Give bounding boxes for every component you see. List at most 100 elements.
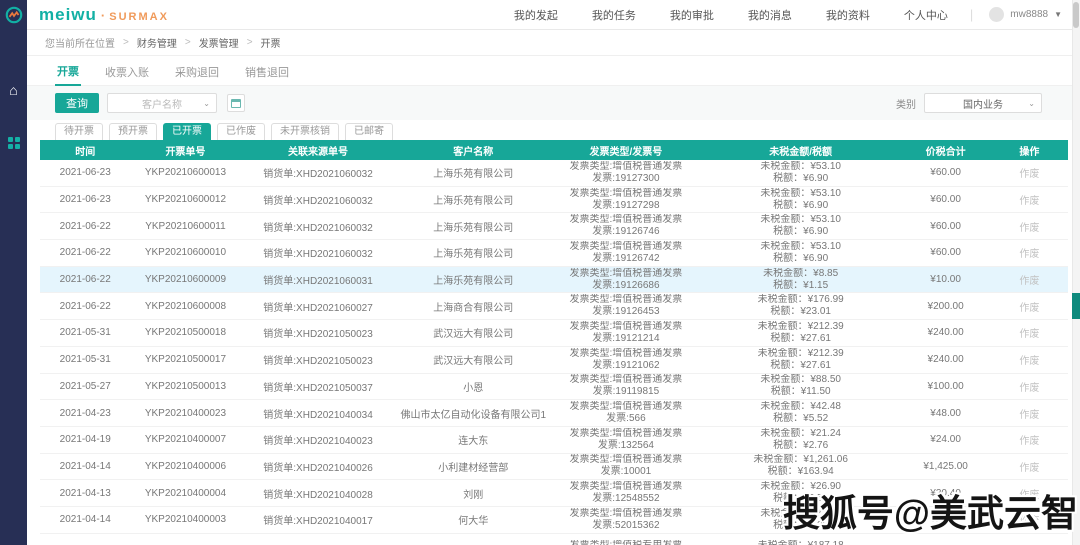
tax-amount-line: 税额：¥23.01 <box>701 306 900 318</box>
cell-total: ¥60.00 <box>900 221 990 232</box>
top-menu-item-0[interactable]: 我的发起 <box>514 7 558 23</box>
user-zone[interactable]: | mw8888 ▼ <box>970 7 1062 22</box>
void-action-link[interactable]: 作废 <box>1019 249 1039 260</box>
subtab-2[interactable]: 已开票 <box>163 123 211 140</box>
untaxed-amount-line: 未税金额：¥53.10 <box>701 214 900 226</box>
cell-order-no: YKP20210600010 <box>130 247 240 258</box>
void-action-link[interactable]: 作废 <box>1019 223 1039 234</box>
brand-wordmark: meiwu · SURMAX <box>39 5 169 25</box>
cell-invoice-type: 发票类型:增值税普通发票发票:52015362 <box>551 508 701 532</box>
table-row[interactable]: 2021-06-22YKP20210600010销货单:XHD202106003… <box>40 240 1068 267</box>
cell-action: 作废 <box>991 325 1068 340</box>
top-menu-item-3[interactable]: 我的消息 <box>748 7 792 23</box>
cell-order-no: YKP20210400007 <box>130 434 240 445</box>
void-action-link[interactable]: 作废 <box>1019 303 1039 314</box>
breadcrumb-item-issue[interactable]: 开票 <box>261 35 281 50</box>
void-action-link[interactable]: 作废 <box>1019 410 1039 421</box>
tab-3[interactable]: 销售退回 <box>243 58 291 85</box>
avatar[interactable] <box>989 7 1004 22</box>
customer-name-select[interactable]: 客户名称 ⌄ <box>107 93 217 113</box>
void-action-link[interactable]: 作废 <box>1019 196 1039 207</box>
cell-amounts: 未税金额：¥212.39税额：¥27.61 <box>701 348 900 372</box>
scrollbar-thumb[interactable] <box>1073 2 1079 28</box>
cell-source-no: 销货单:XHD2021050037 <box>240 379 395 394</box>
sidebar-apps-icon[interactable] <box>0 128 27 158</box>
void-action-link[interactable]: 作废 <box>1019 463 1039 474</box>
date-picker-button[interactable] <box>227 94 245 112</box>
cell-order-no: YKP20210500013 <box>130 381 240 392</box>
void-action-link[interactable]: 作废 <box>1019 383 1039 394</box>
table-row[interactable]: 2021-05-31YKP20210500018销货单:XHD202105002… <box>40 320 1068 347</box>
query-button[interactable]: 查询 <box>55 93 99 113</box>
top-menu-item-4[interactable]: 我的资料 <box>826 7 870 23</box>
table-row[interactable]: 2021-05-27YKP20210500013销货单:XHD202105003… <box>40 374 1068 401</box>
cell-total: ¥200.00 <box>900 301 990 312</box>
subtab-5[interactable]: 已邮寄 <box>345 123 393 140</box>
cell-customer: 上海乐苑有限公司 <box>396 272 551 287</box>
brand-logo-icon[interactable] <box>0 0 27 30</box>
invoice-type-line: 发票类型:增值税专用发票 <box>551 540 701 545</box>
invoice-type-line: 发票类型:增值税普通发票 <box>551 401 701 413</box>
invoice-type-line: 发票类型:增值税普通发票 <box>551 188 701 200</box>
top-menu-item-1[interactable]: 我的任务 <box>592 7 636 23</box>
tab-0[interactable]: 开票 <box>55 57 81 86</box>
subtab-1[interactable]: 预开票 <box>109 123 157 140</box>
void-action-link[interactable]: 作废 <box>1019 276 1039 287</box>
scrollbar-track[interactable] <box>1072 0 1080 545</box>
untaxed-amount-line: 未税金额：¥212.39 <box>701 321 900 333</box>
sidebar-home-icon[interactable]: ⌂ <box>0 75 27 105</box>
cell-order-no: YKP20210600011 <box>130 221 240 232</box>
cell-source-no: 销货单:XHD2021060027 <box>240 299 395 314</box>
tab-2[interactable]: 采购退回 <box>173 58 221 85</box>
table-row[interactable]: 2021-06-23YKP20210600012销货单:XHD202106003… <box>40 187 1068 214</box>
top-menu-item-5[interactable]: 个人中心 <box>904 7 948 23</box>
cell-source-no: 销货单:XHD2021040023 <box>240 432 395 447</box>
subtab-3[interactable]: 已作废 <box>217 123 265 140</box>
cell-total: ¥240.00 <box>900 354 990 365</box>
void-action-link[interactable]: 作废 <box>1019 169 1039 180</box>
cell-total: ¥240.00 <box>900 327 990 338</box>
invoice-type-line: 发票类型:增值税普通发票 <box>551 161 701 173</box>
cell-customer: 上海乐苑有限公司 <box>396 165 551 180</box>
invoice-type-line: 发票类型:增值税普通发票 <box>551 268 701 280</box>
table-row[interactable]: 2021-06-23YKP20210600013销货单:XHD202106003… <box>40 160 1068 187</box>
void-action-link[interactable]: 作废 <box>1019 356 1039 367</box>
cell-invoice-type: 发票类型:增值税普通发票发票:10001 <box>551 454 701 478</box>
cell-invoice-type: 发票类型:增值税专用发票 <box>551 540 701 545</box>
cell-amounts: 未税金额：¥53.10税额：¥6.90 <box>701 161 900 185</box>
user-dropdown-caret-icon[interactable]: ▼ <box>1054 10 1062 19</box>
calendar-icon <box>231 99 241 108</box>
table-row[interactable]: 2021-04-19YKP20210400007销货单:XHD202104002… <box>40 427 1068 454</box>
table-row[interactable]: 2021-05-31YKP20210500017销货单:XHD202105002… <box>40 347 1068 374</box>
table-row[interactable]: 2021-04-14YKP20210400006销货单:XHD202104002… <box>40 454 1068 481</box>
cell-invoice-type: 发票类型:增值税普通发票发票:132564 <box>551 428 701 452</box>
tax-amount-line: 税额：¥6.90 <box>701 253 900 265</box>
table-row[interactable]: 2021-06-22YKP20210600008销货单:XHD202106002… <box>40 293 1068 320</box>
subtab-0[interactable]: 待开票 <box>55 123 103 140</box>
side-widget[interactable] <box>1072 293 1080 319</box>
top-menu-item-2[interactable]: 我的审批 <box>670 7 714 23</box>
breadcrumb-item-finance[interactable]: 财务管理 <box>137 35 177 50</box>
table-row[interactable]: 2021-06-22YKP20210600009销货单:XHD202106003… <box>40 267 1068 294</box>
cell-total: ¥24.00 <box>900 434 990 445</box>
category-select[interactable]: 国内业务 ⌄ <box>924 93 1042 113</box>
subtab-4[interactable]: 未开票核销 <box>271 123 339 140</box>
cell-action: 作废 <box>991 219 1068 234</box>
void-action-link[interactable]: 作废 <box>1019 329 1039 340</box>
cell-customer: 上海乐苑有限公司 <box>396 192 551 207</box>
invoice-no-line: 发票:19126453 <box>551 306 701 318</box>
cell-action: 作废 <box>991 406 1068 421</box>
cell-source-no: 销货单:XHD2021060032 <box>240 219 395 234</box>
untaxed-amount-line: 未税金额：¥53.10 <box>701 241 900 253</box>
cell-total: ¥60.00 <box>900 167 990 178</box>
void-action-link[interactable]: 作废 <box>1019 436 1039 447</box>
table-row[interactable]: 2021-04-23YKP20210400023销货单:XHD202104003… <box>40 400 1068 427</box>
category-label: 类别 <box>896 96 916 111</box>
cell-invoice-type: 发票类型:增值税普通发票发票:19126453 <box>551 294 701 318</box>
tab-1[interactable]: 收票入账 <box>103 58 151 85</box>
status-subtabs: 待开票预开票已开票已作废未开票核销已邮寄 <box>27 120 1072 140</box>
cell-total: ¥60.00 <box>900 247 990 258</box>
breadcrumb-item-invoice-mgmt[interactable]: 发票管理 <box>199 35 239 50</box>
table-row[interactable]: 2021-06-22YKP20210600011销货单:XHD202106003… <box>40 213 1068 240</box>
tax-amount-line: 税额：¥1.15 <box>701 280 900 292</box>
